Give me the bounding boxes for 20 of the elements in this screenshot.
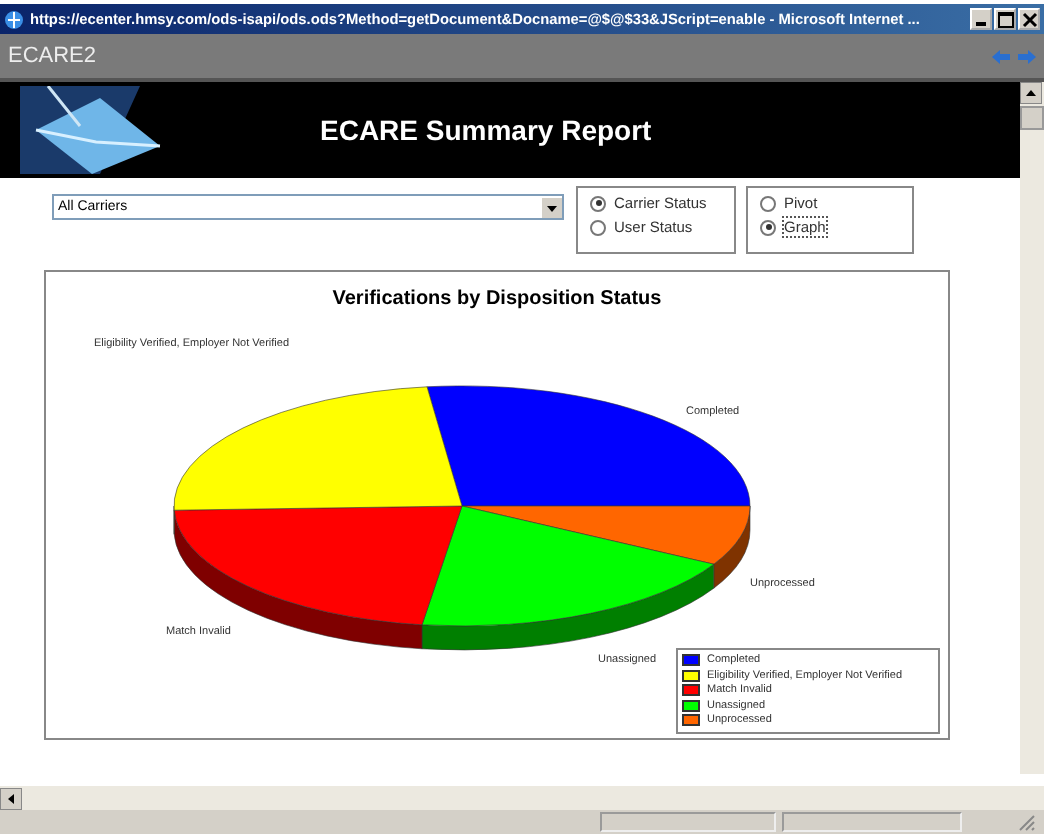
chart-title: Verifications by Disposition Status (330, 288, 664, 310)
vertical-scrollbar[interactable] (1020, 82, 1044, 774)
browser-icon (4, 9, 24, 29)
scroll-thumb[interactable] (1020, 106, 1044, 130)
radio-button[interactable] (760, 219, 776, 235)
scroll-up-icon[interactable] (1020, 82, 1042, 104)
resize-grip-icon[interactable] (1016, 812, 1036, 832)
app-title: ECARE2 (8, 44, 97, 68)
maximize-icon (997, 11, 1013, 27)
close-button[interactable] (1018, 8, 1040, 30)
close-icon (1021, 11, 1037, 27)
radio-button[interactable] (590, 219, 606, 235)
minimize-button[interactable] (970, 8, 992, 30)
scroll-left-icon[interactable] (0, 787, 22, 809)
minimize-icon (976, 22, 986, 26)
radio-button[interactable] (760, 195, 776, 211)
radio-button[interactable] (590, 195, 606, 211)
horizontal-scrollbar[interactable] (0, 786, 1044, 810)
maximize-button[interactable] (994, 8, 1016, 30)
report-title: ECARE Summary Report (320, 114, 652, 146)
